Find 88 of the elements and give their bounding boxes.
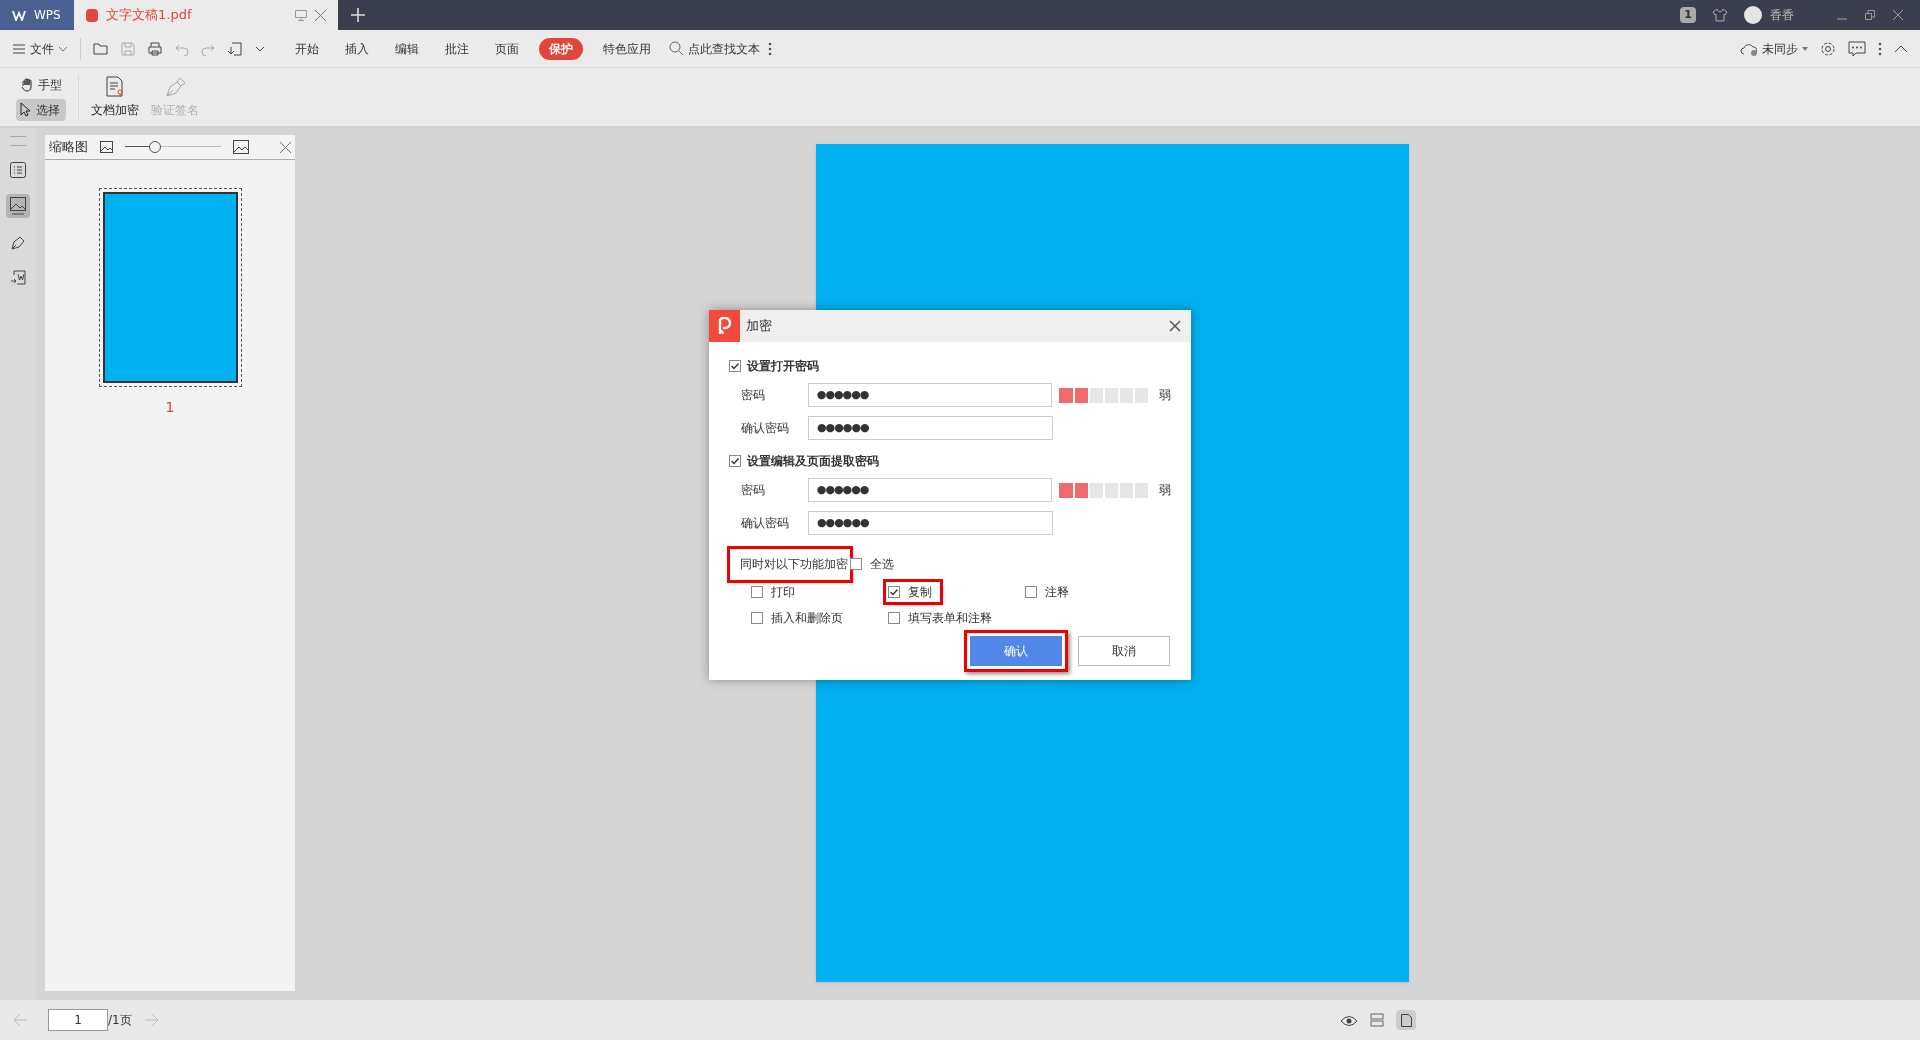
single-page-view-button[interactable]	[1396, 1010, 1416, 1030]
menu-tab[interactable]: 开始	[289, 37, 325, 60]
caret-icon	[1802, 46, 1808, 51]
password-field[interactable]: ●●●●●●	[808, 511, 1053, 535]
option-label: 填写表单和注释	[908, 610, 992, 627]
large-picture-icon[interactable]	[233, 140, 249, 154]
field-label: 密码	[741, 482, 766, 499]
hand-icon	[20, 77, 34, 92]
thumbnail-icon[interactable]	[6, 194, 30, 218]
menu-tab[interactable]: 插入	[339, 37, 375, 60]
tool-button[interactable]: 手型	[16, 73, 66, 96]
menu-tab[interactable]: 编辑	[389, 37, 425, 60]
highlighted-label: 同时对以下功能加密	[730, 548, 850, 580]
wps-logo-icon	[12, 9, 26, 21]
cloud-icon	[1740, 41, 1758, 56]
settings-icon[interactable]	[1820, 40, 1836, 57]
pen-nib-icon	[164, 75, 186, 98]
ribbon-button[interactable]: 文档加密	[91, 75, 139, 119]
page-number-field[interactable]: 1	[48, 1009, 108, 1031]
menu-tab[interactable]: 保护	[539, 37, 583, 60]
cursor-icon	[20, 102, 32, 117]
export-icon[interactable]	[227, 40, 243, 57]
shirt-icon[interactable]	[1712, 8, 1728, 22]
tab[interactable]: WPS	[0, 0, 74, 30]
strength-label: 弱	[1159, 482, 1171, 499]
page-number: 1	[165, 398, 175, 417]
search-icon	[669, 41, 684, 56]
option-label: 设置打开密码	[747, 358, 819, 375]
checkbox[interactable]	[751, 612, 763, 624]
eye-icon[interactable]	[1340, 1013, 1358, 1027]
document-key-icon	[105, 75, 125, 98]
close-icon[interactable]	[315, 9, 326, 21]
page-thumbnail[interactable]	[98, 188, 242, 387]
checkbox[interactable]	[729, 455, 741, 467]
checkbox[interactable]	[751, 586, 763, 598]
option-label: 插入和删除页	[771, 610, 843, 627]
page-icon	[1400, 1013, 1412, 1027]
avatar-icon[interactable]	[1744, 6, 1762, 24]
close-icon[interactable]	[1892, 9, 1904, 21]
option-label: 打印	[771, 584, 795, 601]
more-icon[interactable]	[1878, 41, 1882, 56]
comment-icon[interactable]	[1848, 40, 1866, 57]
close-icon[interactable]	[280, 141, 291, 153]
more-icon[interactable]	[768, 41, 772, 56]
cancel-button[interactable]: 取消	[1078, 636, 1170, 666]
small-picture-icon[interactable]	[100, 141, 113, 153]
checkbox[interactable]	[888, 612, 900, 624]
collapse-icon[interactable]	[1894, 44, 1908, 53]
dialog-title: 加密	[746, 317, 772, 336]
tab[interactable]: 文字文稿1.pdf	[74, 0, 338, 30]
field-label: 确认密码	[741, 420, 790, 437]
plus-icon	[351, 8, 365, 22]
checkbox[interactable]	[850, 558, 862, 570]
user-name[interactable]: 香香	[1770, 6, 1794, 24]
password-field[interactable]: ●●●●●●	[807, 383, 1053, 407]
password-field[interactable]: ●●●●●●	[808, 416, 1053, 440]
open-folder-icon[interactable]	[93, 41, 109, 56]
menu-tab[interactable]: 特色应用	[597, 37, 657, 60]
panel-title: 缩略图	[49, 138, 88, 157]
option-label: 全选	[870, 556, 894, 573]
tool-button[interactable]: 选择	[16, 98, 66, 121]
menu-tab[interactable]: 页面	[489, 37, 525, 60]
close-icon[interactable]	[1169, 320, 1181, 332]
restore-icon[interactable]	[1864, 9, 1876, 21]
search-field[interactable]: 点此查找文本	[669, 39, 768, 58]
caret-icon	[58, 45, 68, 52]
menu-tab[interactable]: 批注	[439, 37, 475, 60]
continuous-view-icon[interactable]	[1370, 1013, 1384, 1027]
page-count: /1页	[108, 1012, 132, 1029]
checkbox[interactable]	[888, 586, 900, 598]
checkbox[interactable]	[1025, 586, 1037, 598]
dropdown-icon[interactable]	[255, 45, 265, 52]
option-label: 设置编辑及页面提取密码	[747, 453, 879, 470]
menu-icon	[12, 42, 26, 55]
password-field[interactable]: ●●●●●●	[807, 478, 1053, 502]
checkbox[interactable]	[729, 360, 741, 372]
zoom-slider[interactable]	[125, 141, 221, 153]
option-label: 复制	[908, 584, 932, 601]
window-count-badge[interactable]: 1	[1680, 6, 1696, 24]
print-icon[interactable]	[147, 41, 163, 56]
sync-status[interactable]: 未同步	[1740, 39, 1808, 58]
pdf-file-icon	[86, 8, 98, 22]
field-label: 密码	[741, 387, 766, 404]
option-label: 注释	[1045, 584, 1069, 601]
confirm-button[interactable]: 确认	[970, 636, 1062, 666]
file-menu[interactable]: 文件	[12, 39, 76, 58]
strength-label: 弱	[1159, 387, 1171, 404]
field-label: 确认密码	[741, 515, 790, 532]
